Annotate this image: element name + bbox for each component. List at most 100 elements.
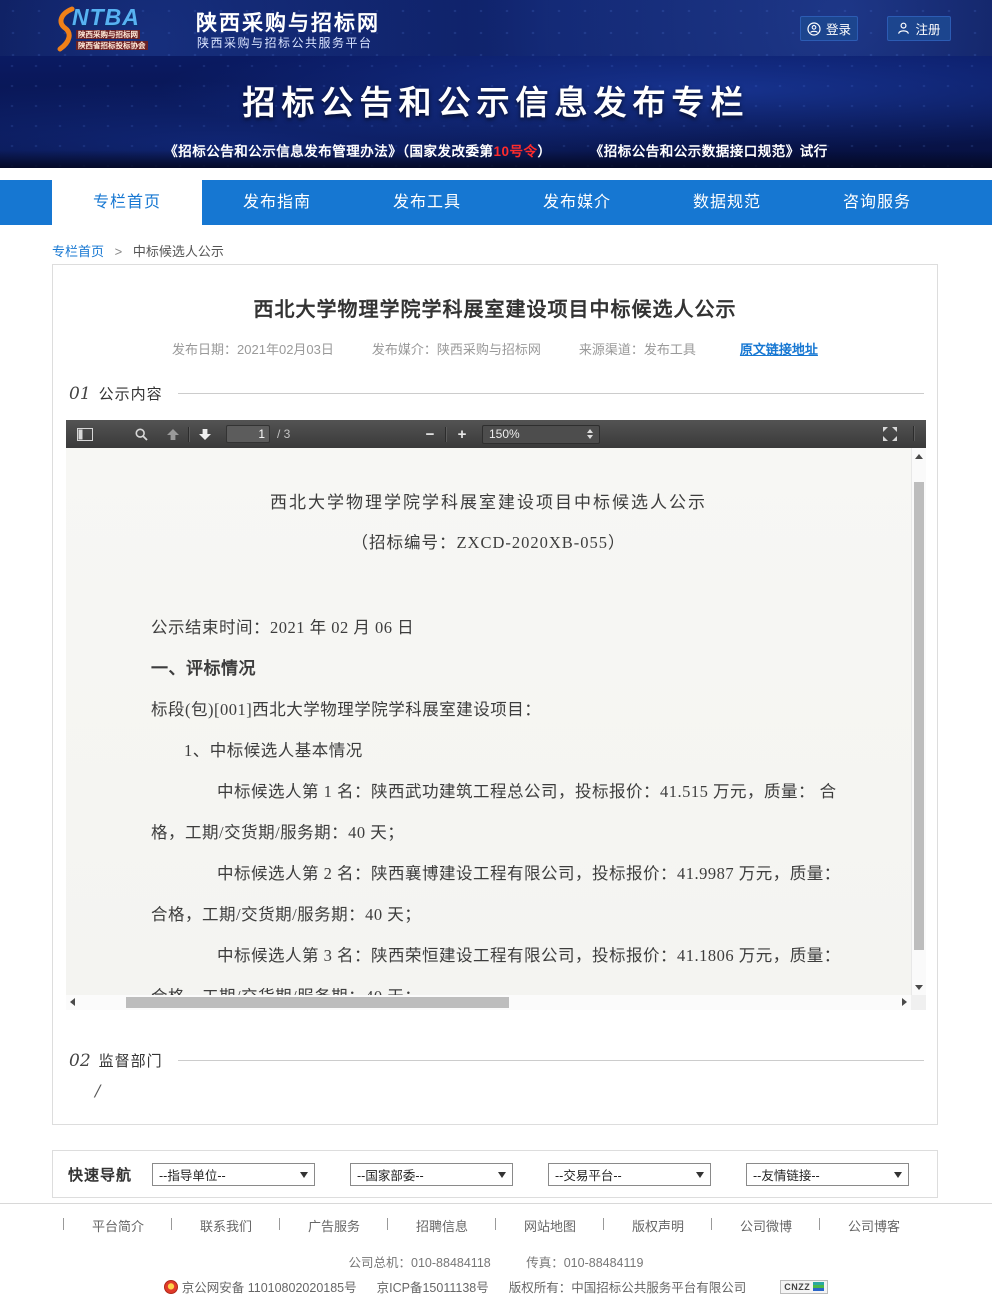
fullscreen-button[interactable] <box>878 423 902 445</box>
footer-link[interactable]: 网站地图 <box>510 1216 590 1235</box>
section-title: 公示内容 <box>99 383 163 404</box>
footer: 平台简介 联系我们 广告服务 招聘信息 网站地图 版权声明 公司微博 公司博客 … <box>0 1203 992 1305</box>
nav-tab[interactable]: 发布指南 <box>202 180 352 225</box>
site-logo[interactable]: NTBA 陕西采购与招标网 陕西省招标投标协会 <box>52 4 192 52</box>
register-button[interactable]: 注册 <box>887 16 951 41</box>
footer-link[interactable]: 广告服务 <box>294 1216 374 1235</box>
page-total: / 3 <box>277 427 290 441</box>
search-icon <box>135 428 148 441</box>
footer-link[interactable]: 联系我们 <box>186 1216 266 1235</box>
select-value: --交易平台-- <box>555 1165 622 1184</box>
banner: 招标公告和公示信息发布专栏 《招标公告和公示信息发布管理办法》（国家发改委第10… <box>0 56 992 168</box>
banner-title: 招标公告和公示信息发布专栏 <box>0 76 992 124</box>
footer-contact-row: 公司总机：010-88484118 传真：010-88484119 <box>0 1252 992 1271</box>
toolbar-divider <box>913 426 915 441</box>
banner-subtitle-right: 《招标公告和公示数据接口规范》试行 <box>590 144 828 159</box>
footer-legal-row: 京公网安备 11010802020185号 京ICP备15011138号 版权所… <box>0 1277 992 1296</box>
pdf-page: 西北大学物理学院学科展室建设项目中标候选人公示 （招标编号：ZXCD-2020X… <box>66 448 911 995</box>
previous-page-button[interactable] <box>161 423 185 445</box>
banner-subtitle: 《招标公告和公示信息发布管理办法》（国家发改委第10号令） 《招标公告和公示数据… <box>0 140 992 160</box>
dropdown-arrow-icon <box>894 1172 902 1178</box>
breadcrumb: 专栏首页 > 中标候选人公示 <box>52 241 224 260</box>
footer-link[interactable]: 公司微博 <box>726 1216 806 1235</box>
site-title: 陕西采购与招标网 <box>196 7 380 37</box>
next-page-button[interactable] <box>193 423 217 445</box>
document-title: 西北大学物理学院学科展室建设项目中标候选人公示 <box>66 488 911 513</box>
origin-link[interactable]: 原文链接地址 <box>740 339 818 358</box>
footer-tel: 公司总机：010-88484118 <box>349 1256 491 1270</box>
meta-item: 发布日期：2021年02月03日 <box>172 339 334 358</box>
quick-nav-select[interactable]: --友情链接-- <box>746 1163 909 1186</box>
section-number: 01 <box>69 384 91 404</box>
search-button[interactable] <box>129 423 153 445</box>
nav-tab[interactable]: 数据规范 <box>652 180 802 225</box>
select-value: --指导单位-- <box>159 1165 226 1184</box>
nav-tab[interactable]: 专栏首页 <box>52 180 202 225</box>
logo-subtext-2: 陕西省招标投标协会 <box>76 41 148 50</box>
quick-nav-select[interactable]: --指导单位-- <box>152 1163 315 1186</box>
scroll-up-arrow-icon[interactable] <box>915 454 923 459</box>
zoom-select[interactable]: 150% <box>482 425 600 444</box>
nav-tab[interactable]: 发布媒介 <box>502 180 652 225</box>
pdf-toolbar: / 3 − + 150% <box>66 420 926 449</box>
vertical-scrollbar[interactable] <box>911 448 926 995</box>
cnzz-stripes-icon <box>813 1282 824 1291</box>
breadcrumb-home-link[interactable]: 专栏首页 <box>52 244 104 259</box>
article-meta-items: 发布日期：2021年02月03日发布媒介：陕西采购与招标网来源渠道：发布工具 <box>172 339 696 358</box>
footer-link[interactable]: 平台简介 <box>78 1216 158 1235</box>
document-body: 公示结束时间：2021 年 02 月 06 日 一、评标情况 标段(包)[001… <box>66 615 911 995</box>
logo-brand: NTBA <box>72 4 140 31</box>
copyright-text: 版权所有：中国招标公共服务平台有限公司 <box>509 1277 747 1296</box>
sidebar-toggle-button[interactable] <box>73 423 97 445</box>
scroll-right-arrow-icon[interactable] <box>902 998 907 1006</box>
cnzz-badge[interactable]: CNZZ <box>780 1280 828 1294</box>
vertical-scroll-thumb[interactable] <box>914 482 924 950</box>
scroll-left-arrow-icon[interactable] <box>70 998 75 1006</box>
police-registration[interactable]: 京公网安备 11010802020185号 <box>164 1277 357 1296</box>
breadcrumb-current: 中标候选人公示 <box>133 244 224 259</box>
main-nav: 专栏首页 发布指南 发布工具 发布媒介 数据规范 咨询服务 <box>0 180 992 225</box>
document-line: 公示结束时间：2021 年 02 月 06 日 <box>151 615 911 656</box>
zoom-value: 150% <box>489 427 587 441</box>
document-line: 中标候选人第 2 名：陕西襄博建设工程有限公司，投标报价：41.9987 万元，… <box>151 861 911 902</box>
section-number: 02 <box>69 1051 91 1071</box>
horizontal-scrollbar[interactable] <box>66 995 911 1010</box>
breadcrumb-separator: > <box>115 244 123 259</box>
banner-subtitle-red: 10号令 <box>493 144 537 159</box>
quick-nav-select[interactable]: --交易平台-- <box>548 1163 711 1186</box>
document-line: 合格，工期/交货期/服务期：40 天； <box>151 902 911 943</box>
arrow-up-icon <box>167 429 179 440</box>
footer-link[interactable]: 招聘信息 <box>402 1216 482 1235</box>
quick-nav-card: 快速导航 --指导单位-- --国家部委-- --交易平台-- <box>52 1150 938 1198</box>
document-line: 中标候选人第 3 名：陕西荣恒建设工程有限公司，投标报价：41.1806 万元，… <box>151 943 911 984</box>
horizontal-scroll-thumb[interactable] <box>126 997 509 1008</box>
zoom-out-button[interactable]: − <box>418 423 442 445</box>
toolbar-divider <box>188 427 190 442</box>
icp-registration[interactable]: 京ICP备15011138号 <box>377 1277 489 1296</box>
login-button[interactable]: 登录 <box>800 16 858 41</box>
nav-tab[interactable]: 咨询服务 <box>802 180 952 225</box>
nav-tab[interactable]: 发布工具 <box>352 180 502 225</box>
logo-subtext-1: 陕西采购与招标网 <box>76 30 140 39</box>
dropdown-arrow-icon <box>498 1172 506 1178</box>
police-badge-icon <box>164 1280 178 1294</box>
banner-subtitle-left: 《招标公告和公示信息发布管理办法》（国家发改委第 <box>164 144 493 159</box>
footer-link[interactable]: 公司博客 <box>834 1216 914 1235</box>
footer-link[interactable]: 版权声明 <box>618 1216 698 1235</box>
document-subtitle: （招标编号：ZXCD-2020XB-055） <box>66 529 911 553</box>
user-icon <box>897 22 910 35</box>
toolbar-divider <box>445 427 447 442</box>
arrow-down-icon <box>199 429 211 440</box>
zoom-in-button[interactable]: + <box>450 423 474 445</box>
login-label: 登录 <box>826 19 851 38</box>
document-line: 标段(包)[001]西北大学物理学院学科展室建设项目： <box>151 697 911 738</box>
select-value: --友情链接-- <box>753 1165 820 1184</box>
scroll-down-arrow-icon[interactable] <box>915 985 923 990</box>
plus-icon: + <box>458 427 467 442</box>
section-rule <box>178 393 924 394</box>
quick-nav-select[interactable]: --国家部委-- <box>350 1163 513 1186</box>
select-value: --国家部委-- <box>357 1165 424 1184</box>
section-title: 监督部门 <box>99 1050 163 1071</box>
footer-links: 平台简介 联系我们 广告服务 招聘信息 网站地图 版权声明 公司微博 公司博客 <box>0 1216 992 1235</box>
page-number-input[interactable] <box>226 425 270 443</box>
